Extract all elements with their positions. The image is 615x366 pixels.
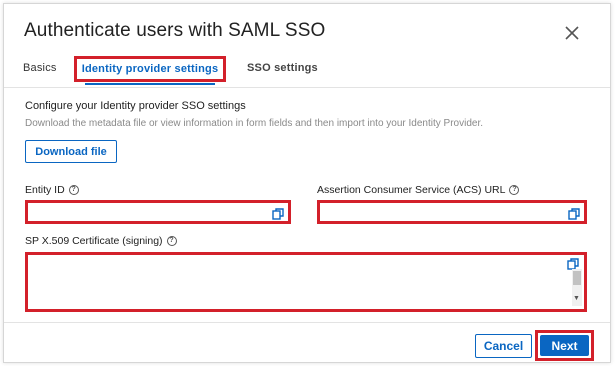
tab-label: Identity provider settings: [81, 63, 219, 75]
next-button[interactable]: Next: [540, 335, 589, 356]
certificate-label-text: SP X.509 Certificate (signing): [25, 235, 163, 247]
entity-id-field: [25, 200, 291, 224]
entity-id-label: Entity ID ?: [25, 184, 79, 196]
section-description: Download the metadata file or view infor…: [25, 118, 484, 129]
download-file-button[interactable]: Download file: [25, 140, 117, 163]
tab-sso-settings[interactable]: SSO settings: [247, 62, 318, 74]
scrollbar-thumb[interactable]: [573, 271, 581, 285]
footer-divider: [4, 322, 610, 323]
section-title: Configure your Identity provider SSO set…: [25, 100, 246, 112]
tab-bar: Basics Identity provider settings SSO se…: [4, 54, 610, 88]
tab-basics[interactable]: Basics: [23, 62, 57, 74]
certificate-label: SP X.509 Certificate (signing) ?: [25, 235, 177, 247]
close-icon: [565, 26, 579, 40]
copy-icon[interactable]: [272, 207, 284, 220]
saml-sso-dialog: Authenticate users with SAML SSO Basics …: [3, 3, 611, 363]
acs-url-label: Assertion Consumer Service (ACS) URL ?: [317, 184, 520, 196]
help-icon[interactable]: ?: [509, 185, 520, 195]
active-tab-indicator: [85, 83, 215, 85]
entity-id-input[interactable]: [28, 204, 288, 222]
acs-url-label-text: Assertion Consumer Service (ACS) URL: [317, 184, 506, 196]
acs-url-field: [317, 200, 587, 224]
copy-icon[interactable]: [567, 257, 579, 270]
certificate-textarea[interactable]: [28, 255, 584, 309]
copy-icon[interactable]: [568, 207, 580, 220]
acs-url-input[interactable]: [320, 204, 584, 222]
next-button-highlight: Next: [535, 330, 594, 361]
cancel-button[interactable]: Cancel: [475, 334, 532, 358]
certificate-field: ▼: [25, 252, 587, 312]
scroll-down-arrow-icon[interactable]: ▼: [573, 295, 580, 302]
help-icon[interactable]: ?: [166, 236, 177, 246]
scrollbar[interactable]: ▼: [572, 269, 582, 306]
close-button[interactable]: [561, 22, 583, 44]
dialog-title: Authenticate users with SAML SSO: [24, 20, 326, 41]
entity-id-label-text: Entity ID: [25, 184, 65, 196]
help-icon[interactable]: ?: [68, 185, 79, 195]
tab-identity-provider-settings[interactable]: Identity provider settings: [74, 56, 226, 85]
